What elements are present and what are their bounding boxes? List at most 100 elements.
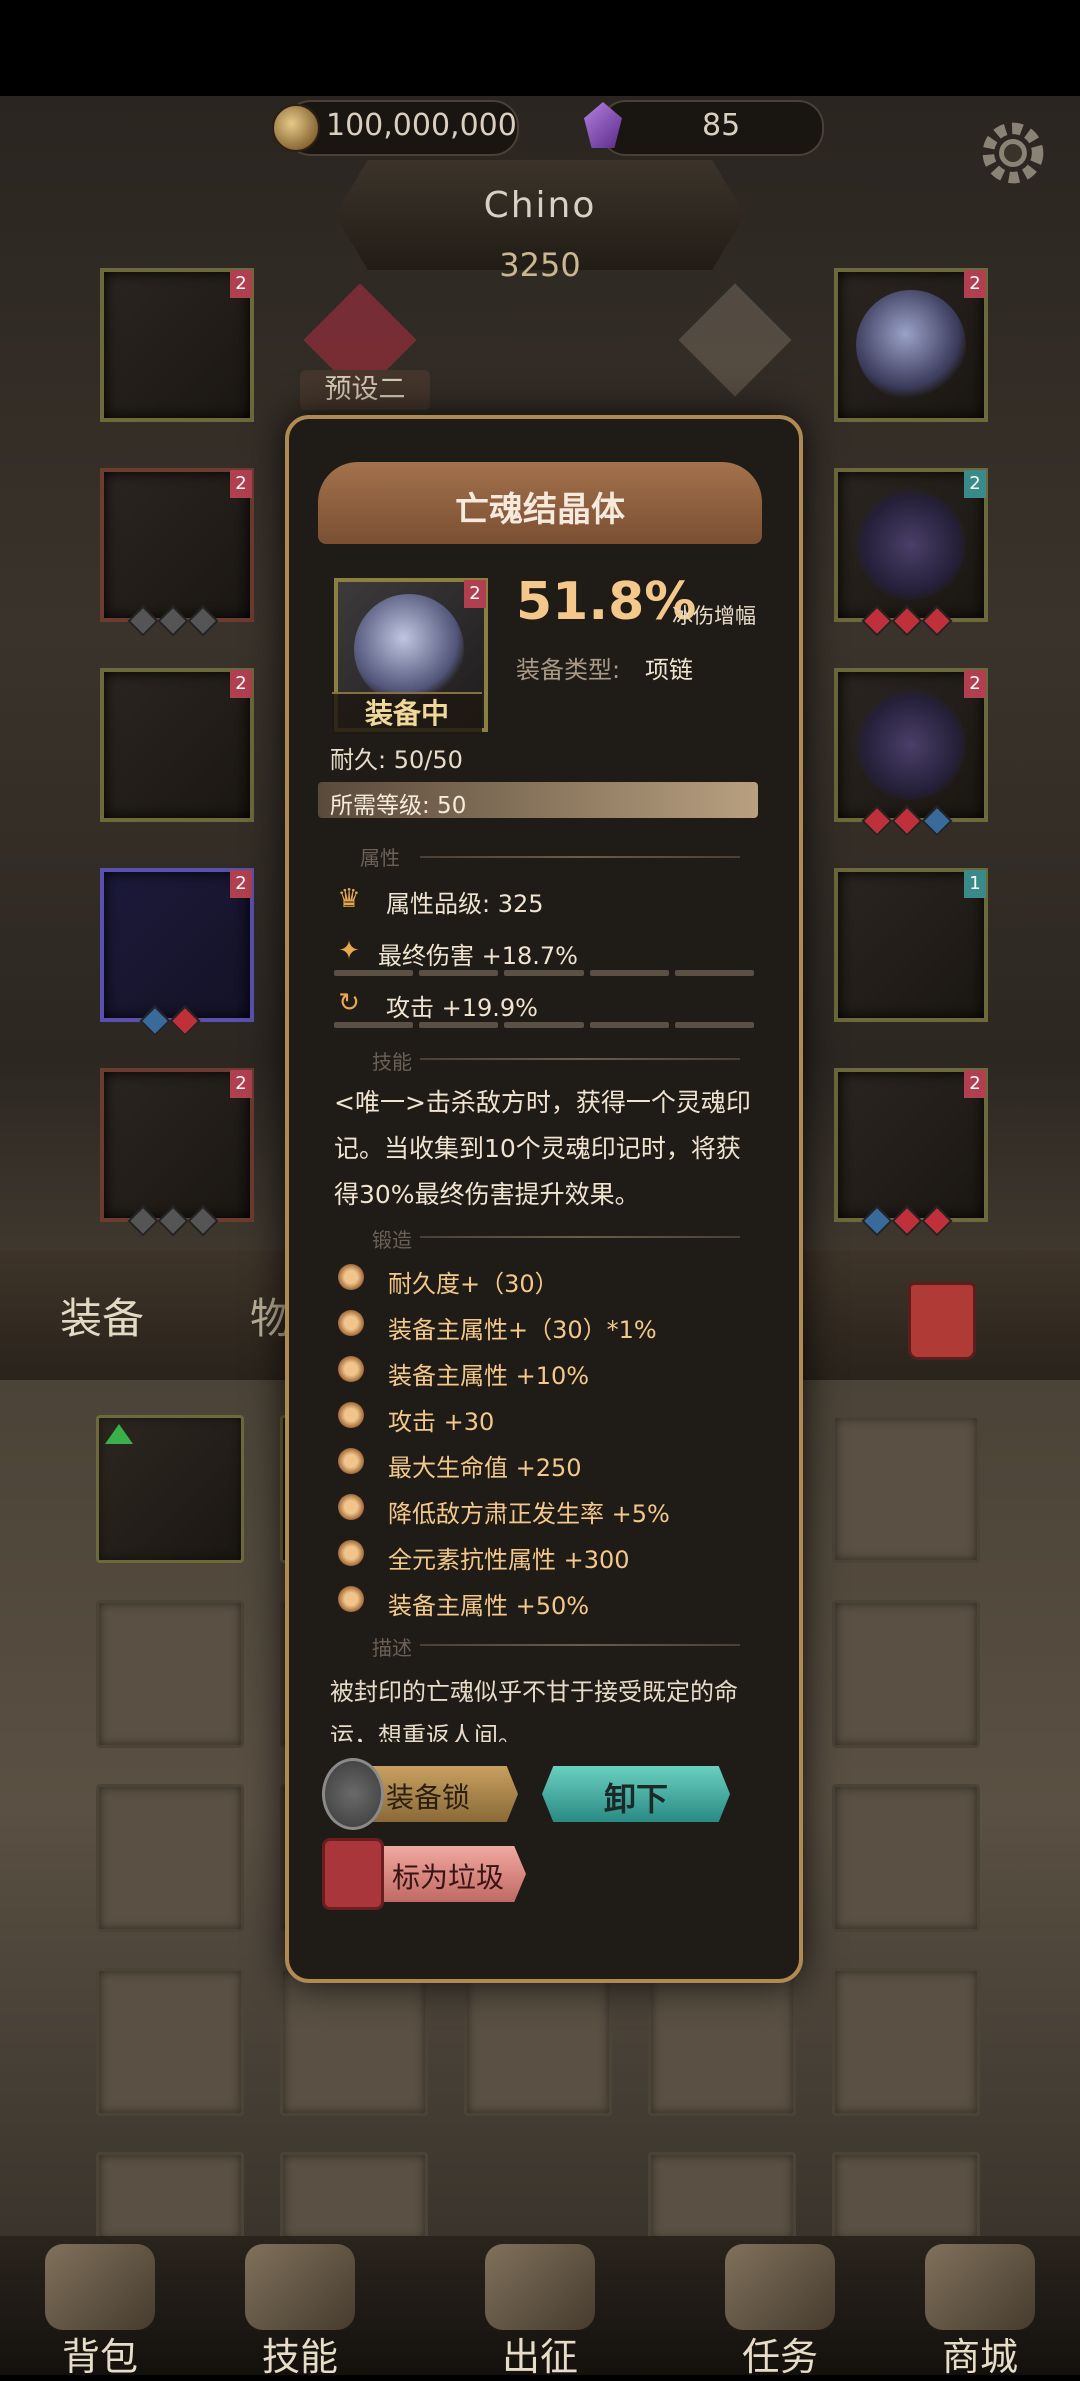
item-title: 亡魂结晶体: [455, 490, 625, 530]
status-bar-area: [0, 0, 1080, 96]
nav-quests[interactable]: 任务: [680, 2236, 880, 2379]
inventory-slot[interactable]: [96, 1600, 244, 1748]
nav-label: 商城: [941, 2335, 1018, 2379]
tier-badge: 2: [230, 270, 252, 298]
settings-gear-icon[interactable]: [972, 112, 1054, 194]
preset-label[interactable]: 预设二: [300, 370, 430, 410]
socket-gems: [139, 1005, 234, 1037]
nav-skills[interactable]: 技能: [200, 2236, 400, 2379]
nav-expedition[interactable]: 出征: [440, 2236, 640, 2379]
nav-label: 背包: [61, 2335, 138, 2379]
equip-slot-right-3[interactable]: 2: [834, 668, 988, 837]
nav-shop[interactable]: 商城: [880, 2236, 1080, 2379]
upgrade-arrow-icon: [105, 1424, 133, 1444]
inventory-slot[interactable]: [464, 1968, 612, 2116]
forge-bullet-icon: [338, 1264, 364, 1290]
equip-slot-left-1[interactable]: 2: [100, 268, 254, 422]
inventory-slot[interactable]: [832, 1784, 980, 1932]
gold-coin-icon: [272, 104, 320, 152]
forge-line: 降低敌方肃正发生率 +5%: [388, 1500, 670, 1528]
stat-roll-bar: [334, 970, 755, 976]
grade-crown-icon: ♛: [337, 884, 361, 914]
sword-icon: [485, 2244, 595, 2330]
inventory-slot[interactable]: [832, 1968, 980, 2116]
nav-backpack[interactable]: 背包: [0, 2236, 200, 2379]
tier-badge: 1: [964, 870, 986, 898]
inventory-slot[interactable]: [648, 2152, 796, 2242]
forge-bullet-icon: [338, 1356, 364, 1382]
forge-line: 最大生命值 +250: [388, 1454, 582, 1482]
equip-slot-left-4[interactable]: 2: [100, 868, 254, 1037]
attack-swirl-icon: ↻: [338, 988, 360, 1018]
tier-badge: 2: [964, 270, 986, 298]
forge-bullet-icon: [338, 1310, 364, 1336]
tier-badge: 2: [230, 870, 252, 898]
junk-bin-icon: [322, 1838, 384, 1910]
equip-slot-right-1[interactable]: 2: [834, 268, 988, 422]
forge-line: 装备主属性 +50%: [388, 1592, 590, 1620]
forge-bullet-icon: [338, 1448, 364, 1474]
equip-slot-left-3[interactable]: 2: [100, 668, 254, 822]
inventory-slot[interactable]: [96, 1968, 244, 2116]
equip-slot-left-2[interactable]: 2: [100, 468, 254, 637]
forge-line: 耐久度+（30）: [388, 1270, 559, 1298]
forge-bullet-icon: [338, 1494, 364, 1520]
socket-gems: [861, 605, 956, 637]
tier-badge: 2: [964, 470, 986, 498]
durability-text: 耐久: 50/50: [330, 746, 463, 774]
forge-line: 装备主属性+（30）*1%: [388, 1316, 657, 1344]
shop-crown-icon: [925, 2244, 1035, 2330]
socket-gems: [861, 805, 956, 837]
inventory-slot[interactable]: [280, 1968, 428, 2116]
equip-slot-right-5[interactable]: 2: [834, 1068, 988, 1237]
section-divider: [420, 1236, 740, 1238]
star-burst-icon: ✦: [338, 936, 360, 966]
dark-armor-icon: [856, 690, 966, 800]
nav-label: 出征: [501, 2335, 578, 2379]
section-attributes: 属性: [360, 846, 400, 870]
inventory-slot[interactable]: [96, 2152, 244, 2242]
inventory-slot[interactable]: [832, 1600, 980, 1748]
backpack-icon: [45, 2244, 155, 2330]
tier-badge: 2: [464, 580, 486, 608]
tier-badge: 2: [964, 1070, 986, 1098]
scroll-icon: [725, 2244, 835, 2330]
stat-roll-bar: [334, 1022, 755, 1028]
character-power: 3250: [499, 246, 581, 284]
socket-gems: [127, 605, 222, 637]
tab-equipment[interactable]: 装备: [60, 1285, 144, 1346]
tier-badge: 2: [230, 470, 252, 498]
forge-bullet-icon: [338, 1402, 364, 1428]
inventory-slot[interactable]: [832, 2152, 980, 2242]
forge-bullet-icon: [338, 1540, 364, 1566]
section-divider: [420, 856, 740, 858]
skill-description: <唯一>击杀敌方时，获得一个灵魂印记。当收集到10个灵魂印记时，将获得30%最终…: [334, 1088, 751, 1209]
inventory-slot[interactable]: [648, 1968, 796, 2116]
inventory-slot[interactable]: [96, 1415, 244, 1563]
required-level-text: 所需等级: 50: [330, 793, 467, 819]
equip-slot-right-4[interactable]: 1: [834, 868, 988, 1022]
inventory-slot[interactable]: [280, 2152, 428, 2242]
inventory-slot[interactable]: [832, 1415, 980, 1563]
equip-slot-left-5[interactable]: 2: [100, 1068, 254, 1237]
forge-line: 全元素抗性属性 +300: [388, 1546, 630, 1574]
inventory-slot[interactable]: [96, 1784, 244, 1932]
mark-as-junk-label: 标为垃圾: [392, 1861, 505, 1894]
main-stat-label: 冰伤增幅: [672, 604, 756, 628]
equipment-lock-label: 装备锁: [386, 1781, 471, 1814]
necklace-icon: [354, 594, 464, 704]
nav-label: 技能: [261, 2335, 338, 2379]
forge-line: 攻击 +30: [388, 1408, 495, 1436]
item-type-label: 装备类型:: [516, 656, 621, 684]
section-description: 描述: [372, 1636, 412, 1660]
section-divider: [420, 1644, 740, 1646]
padlock-icon: [322, 1758, 384, 1830]
forge-bullet-icon: [338, 1586, 364, 1612]
equip-slot-right-2[interactable]: 2: [834, 468, 988, 637]
trash-can-icon[interactable]: [908, 1282, 976, 1360]
forge-line: 装备主属性 +10%: [388, 1362, 590, 1390]
stat-final-damage: 最终伤害 +18.7%: [378, 942, 578, 970]
stat-attack: 攻击 +19.9%: [386, 994, 538, 1022]
section-skills: 技能: [372, 1050, 412, 1074]
tier-badge: 2: [230, 1070, 252, 1098]
